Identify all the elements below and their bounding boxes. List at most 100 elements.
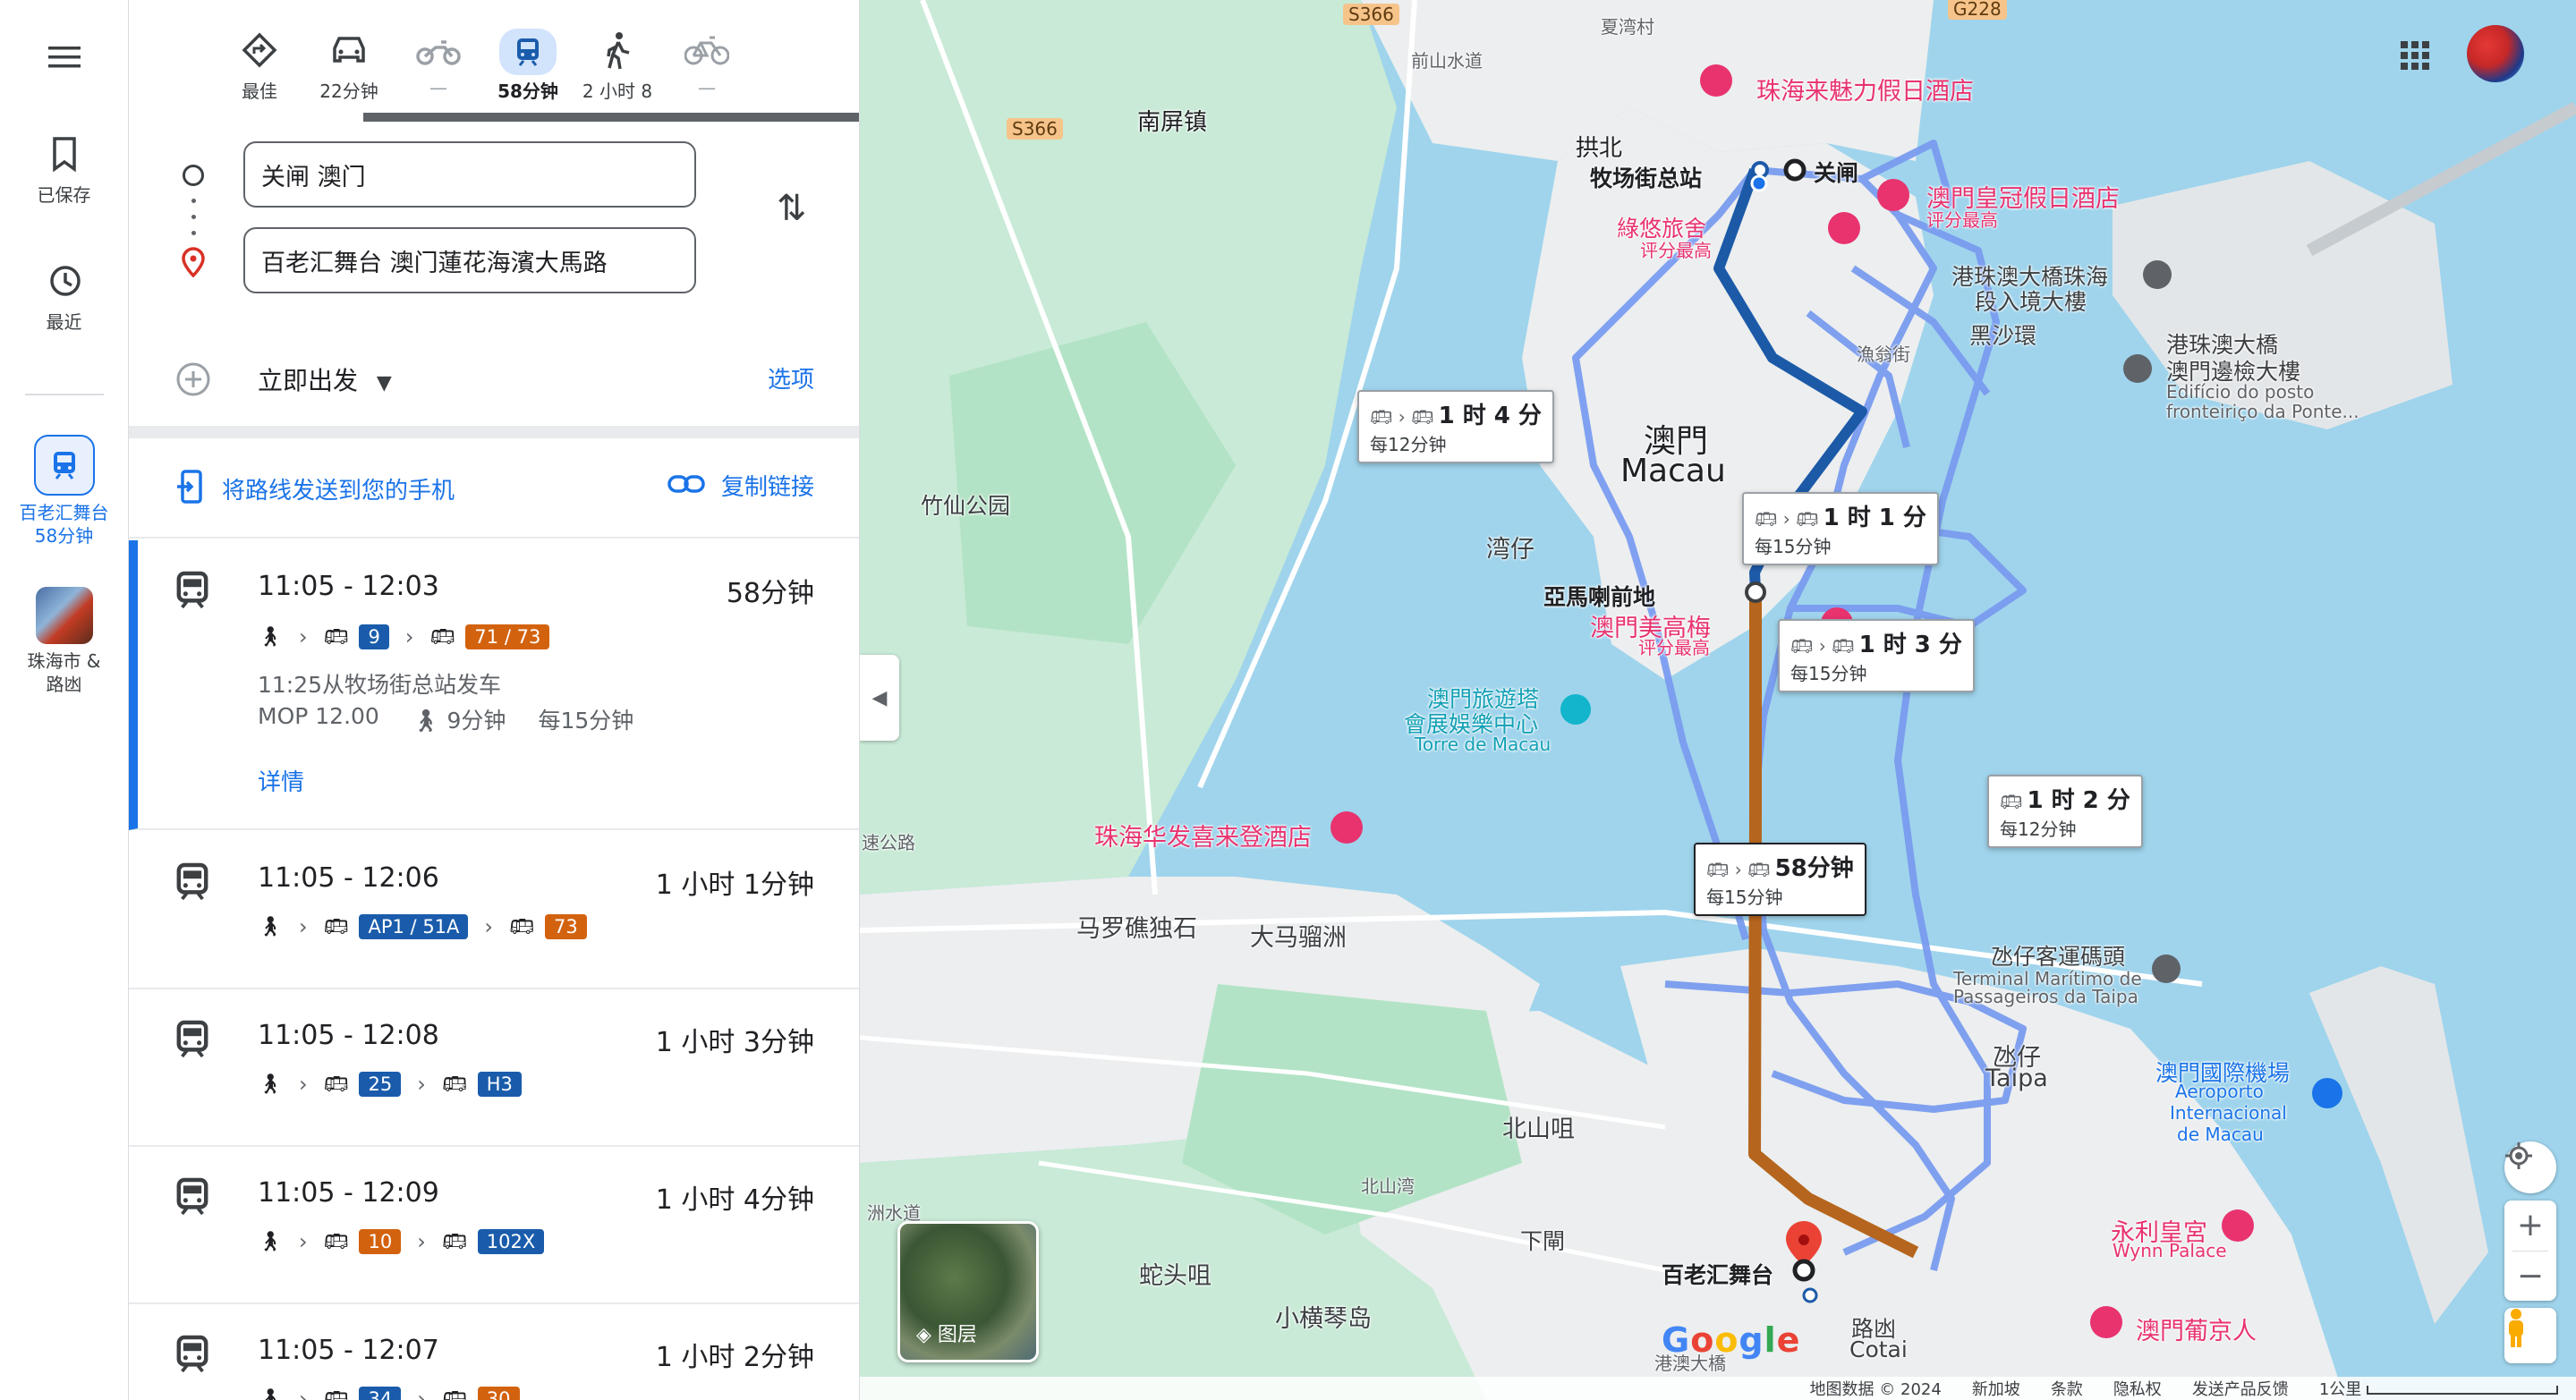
mode-motorcycle[interactable]: — (394, 27, 483, 98)
mode-cycling[interactable]: — (662, 27, 752, 98)
google-logo: Google (1662, 1320, 1801, 1360)
route-steps: 🚶︎ › 🚌︎ 9 › 🚌︎ 71 / 73 (258, 624, 550, 649)
recent-place-button[interactable]: 珠海市 & 路凼 (0, 587, 128, 696)
car-icon (329, 34, 369, 70)
map-label: 百老汇舞台 (1662, 1262, 1774, 1288)
route-callout[interactable]: 🚌︎ 1 时 2 分 每12分钟 (1987, 775, 2143, 848)
copy-link-button[interactable]: 复制链接 (667, 469, 814, 502)
map-label: 氹仔客運碼頭 (1991, 944, 2126, 970)
map-canvas[interactable]: 南屏镇 拱北 关闸 牧场街总站 珠海来魅力假日酒店 澳門皇冠假日酒店 评分最高 … (860, 0, 2576, 1400)
route-duration: 1 小时 1分钟 (655, 870, 814, 901)
swap-button[interactable]: ⇅ (777, 188, 807, 229)
route-duration: 58分钟 (726, 578, 814, 609)
destination-input[interactable]: 百老汇舞台 澳门蓮花海濱大馬路 (243, 227, 696, 293)
map-label: Aeroporto (2175, 1081, 2264, 1102)
map-label: 珠海来魅力假日酒店 (1756, 78, 1974, 106)
route-option-2[interactable]: 11:05 - 12:06 1 小时 1分钟 🚶︎ › 🚌︎ AP1 / 51A ›… (129, 832, 859, 989)
chevron-right-icon: › (298, 1387, 308, 1400)
mode-underline (363, 113, 859, 122)
mode-walking-label: 2 小时 8 (582, 81, 653, 102)
route-option-1[interactable]: 11:05 - 12:03 58分钟 🚶︎ › 🚌︎ 9 › 🚌︎ 71 / 73 1… (129, 540, 859, 830)
zoom-in-button[interactable]: + (2517, 1201, 2544, 1251)
add-stop-icon[interactable] (175, 361, 211, 401)
recent-place-label-1: 珠海市 & (27, 650, 101, 672)
recent-label: 最近 (46, 311, 82, 333)
collapse-panel-button[interactable]: ◀ (860, 655, 899, 741)
route-duration: 1 小时 3分钟 (655, 1027, 814, 1058)
mode-driving-label: 22分钟 (319, 81, 378, 102)
options-button[interactable]: 选项 (768, 361, 814, 395)
transit-icon (175, 1177, 209, 1220)
bus-line-badge: 9 (359, 624, 389, 649)
origin-input[interactable]: 关闸 澳门 (243, 141, 696, 208)
departure-row: 立即出发 ▼ 选项 (129, 331, 859, 420)
route-callout-selected[interactable]: 🚌︎ › 🚌︎ 58分钟 每15分钟 (1694, 843, 1866, 916)
send-to-phone-button[interactable]: 将路线发送到您的手机 (175, 469, 455, 508)
connector-dot (191, 215, 196, 219)
connector-dot (191, 231, 196, 235)
zoom-out-button[interactable]: − (2517, 1251, 2544, 1301)
walk-icon: 🚶︎ (258, 1230, 283, 1253)
route-callout[interactable]: 🚌︎ › 🚌︎ 1 时 4 分 每12分钟 (1357, 390, 1554, 463)
map-graphics (860, 0, 2576, 1400)
motorcycle-icon (416, 35, 461, 69)
mode-transit[interactable]: 58分钟 (483, 27, 573, 103)
street-view-pegman[interactable] (2504, 1308, 2556, 1363)
bus-line-badge: H3 (477, 1072, 522, 1097)
travel-mode-bar: 最佳 22分钟 — 58分钟 2 小时 8 — (233, 27, 859, 125)
recent-trip-label-1: 百老汇舞台 (19, 502, 109, 523)
map-label: 黑沙環 (1969, 323, 2037, 349)
privacy-link[interactable]: 隐私权 (2113, 1377, 2162, 1400)
route-option-3[interactable]: 11:05 - 12:08 1 小时 3分钟 🚶︎ › 🚌︎ 25 › 🚌︎ H3 (129, 989, 859, 1147)
map-data-credit: 地图数据 © 2024 (1809, 1380, 1942, 1399)
map-label: Passageiros da Taipa (1953, 986, 2138, 1007)
bus-icon: 🚌︎ (323, 915, 349, 938)
saved-button[interactable]: 已保存 (0, 136, 128, 207)
terms-link[interactable]: 条款 (2051, 1377, 2083, 1400)
map-label: 评分最高 (1926, 209, 1998, 231)
chevron-right-icon: › (298, 1072, 308, 1097)
region-link[interactable]: 新加坡 (1972, 1377, 2020, 1400)
mode-driving[interactable]: 22分钟 (304, 27, 394, 103)
walk-icon (602, 30, 633, 73)
bus-icon: 🚌︎ › 🚌︎ (1790, 635, 1855, 657)
map-label: 段入境大樓 (1975, 289, 2087, 315)
destination-pin-icon (181, 247, 206, 281)
layers-icon: ◈ (916, 1324, 931, 1346)
route-option-5[interactable]: 11:05 - 12:07 1 小时 2分钟 🚶︎ › 🚌︎ 34 › 🚌︎ 30 (129, 1304, 859, 1400)
map-label: Edifício do posto (2166, 381, 2315, 403)
feedback-link[interactable]: 发送产品反馈 (2192, 1377, 2289, 1400)
callout-frequency: 每12分钟 (1370, 434, 1447, 455)
callout-time: 1 时 4 分 (1438, 403, 1542, 429)
map-label: Internacional (2170, 1102, 2287, 1124)
bus-line-badge: 10 (359, 1229, 402, 1254)
route-callout[interactable]: 🚌︎ › 🚌︎ 1 时 3 分 每15分钟 (1778, 619, 1975, 692)
recent-button[interactable]: 最近 (0, 263, 128, 334)
chevron-right-icon: › (298, 914, 308, 939)
recent-trip-label-2: 58分钟 (34, 525, 94, 547)
map-label: 牧场街总站 (1590, 165, 1703, 191)
route-details-link[interactable]: 详情 (258, 764, 304, 797)
callout-time: 1 时 1 分 (1823, 505, 1926, 531)
layers-button[interactable]: ◈ 图层 (897, 1221, 1039, 1362)
scale-bar[interactable]: 1公里 (2319, 1377, 2558, 1400)
road-shield: G228 (1948, 0, 2007, 20)
send-to-phone-label: 将路线发送到您的手机 (222, 477, 455, 505)
bookmark-icon (50, 137, 79, 175)
route-callout[interactable]: 🚌︎ › 🚌︎ 1 时 1 分 每15分钟 (1742, 492, 1939, 565)
depart-time-select[interactable]: 立即出发 ▼ (258, 361, 392, 397)
mode-best[interactable]: 最佳 (215, 27, 304, 103)
menu-button[interactable] (0, 43, 128, 75)
route-option-4[interactable]: 11:05 - 12:09 1 小时 4分钟 🚶︎ › 🚌︎ 10 › 🚌︎ 102X (129, 1147, 859, 1304)
bus-icon: 🚌︎ (323, 1387, 349, 1400)
mode-walking[interactable]: 2 小时 8 (573, 27, 662, 103)
walk-icon: 🚶︎ (258, 1387, 283, 1400)
account-avatar[interactable] (2467, 25, 2524, 82)
my-location-button[interactable] (2504, 1141, 2556, 1193)
callout-time: 58分钟 (1774, 855, 1854, 882)
recent-trip-button[interactable]: 百老汇舞台 58分钟 (0, 435, 128, 547)
recent-place-label-2: 路凼 (46, 674, 82, 695)
map-label: 拱北 (1576, 135, 1623, 162)
share-row: 将路线发送到您的手机 复制链接 (129, 447, 859, 539)
bus-icon: 🚌︎ (323, 1230, 349, 1253)
